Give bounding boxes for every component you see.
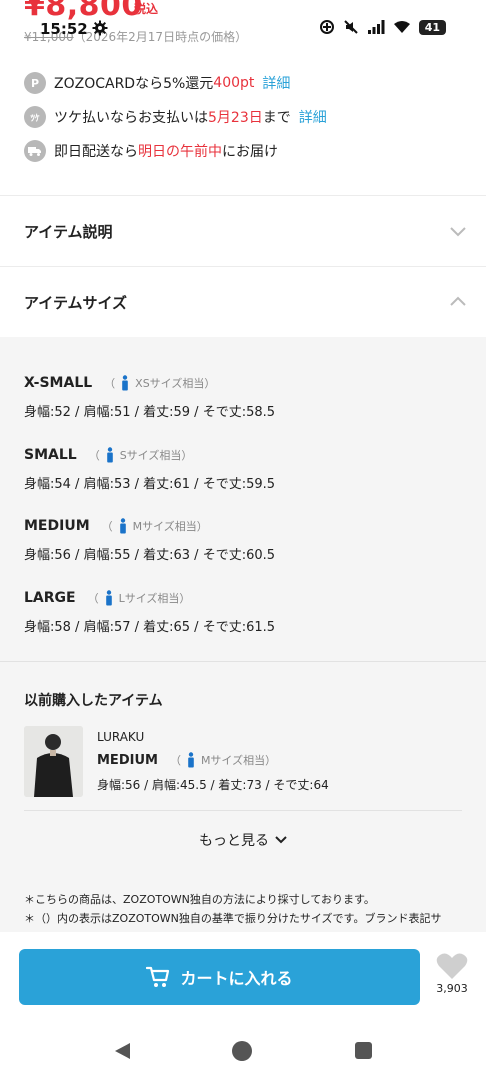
size-name: MEDIUM (24, 518, 90, 534)
benefit-text-after: にお届け (222, 144, 278, 160)
size-notes: ＊こちらの商品は、ZOZOTOWN独自の方法により採寸しております。 ＊（）内の… (24, 890, 464, 928)
size-equivalent: （Mサイズ相当） (101, 518, 208, 534)
favorite-button[interactable]: 3,903 (432, 952, 472, 995)
chevron-up-icon (450, 296, 466, 306)
accordion-title: アイテムサイズ (24, 293, 128, 312)
benefit-delivery: 即日配送なら 明日の午前中 にお届け (24, 134, 464, 168)
mute-icon (343, 20, 358, 34)
benefit-text-after: まで (262, 110, 291, 126)
benefit-highlight: 明日の午前中 (138, 144, 222, 160)
status-icons: 41 (319, 19, 446, 35)
size-row: LARGE （Lサイズ相当） 身幅:58 / 肩幅:57 / 着丈:65 / そ… (24, 590, 464, 635)
previous-purchase-title: 以前購入したアイテム (24, 693, 163, 709)
data-saver-icon (319, 20, 334, 34)
size-name: SMALL (24, 447, 77, 463)
accordion-item-description[interactable]: アイテム説明 (0, 196, 486, 266)
accordion-title: アイテム説明 (24, 222, 113, 241)
previous-measurements: 身幅:56 / 肩幅:45.5 / 着丈:73 / そで丈:64 (97, 778, 329, 792)
show-more-button[interactable]: もっと見る (0, 830, 486, 850)
person-icon (122, 375, 128, 391)
product-thumbnail (24, 726, 83, 797)
person-icon (188, 752, 194, 768)
back-icon[interactable] (112, 1041, 132, 1061)
favorite-count: 3,903 (436, 982, 468, 995)
benefit-tsuke: ﾂｹ ツケ払いならお支払いは 5月23日 まで 詳細 (24, 100, 464, 134)
size-name: MEDIUM (97, 752, 158, 768)
chevron-down-icon (275, 836, 287, 844)
add-to-cart-label: カートに入れる (180, 969, 293, 988)
benefit-text: 即日配送なら (54, 144, 138, 160)
person-icon (106, 447, 113, 463)
heart-icon (436, 953, 468, 979)
accordion-item-size[interactable]: アイテムサイズ (0, 267, 486, 337)
cart-icon (146, 966, 170, 987)
benefits-list: P ZOZOCARDなら5%還元 400pt 詳細 ﾂｹ ツケ払いならお支払いは… (24, 66, 464, 168)
battery-level: 41 (418, 19, 446, 35)
signal-icon (367, 20, 385, 34)
size-name: X-SMALL (24, 375, 93, 391)
points-icon: P (24, 72, 46, 94)
wifi-icon (393, 21, 410, 33)
note-line: ＊こちらの商品は、ZOZOTOWN独自の方法により採寸しております。 (24, 893, 375, 906)
status-bar: 15:52 41 (0, 16, 486, 44)
benefit-detail-link[interactable]: 詳細 (299, 107, 327, 127)
benefit-text: ZOZOCARDなら5%還元 (54, 76, 214, 92)
tsuke-pay-icon: ﾂｹ (24, 106, 46, 128)
previous-purchase-card[interactable]: LURAKU MEDIUM （Mサイズ相当） 身幅:56 / 肩幅:45.5 /… (24, 726, 464, 798)
size-equivalent: （Lサイズ相当） (87, 590, 191, 606)
size-equivalent: （XSサイズ相当） (104, 375, 216, 391)
product-brand: LURAKU (97, 730, 145, 744)
home-icon[interactable] (232, 1041, 252, 1061)
gear-icon (92, 20, 108, 36)
bottom-action-bar: カートに入れる 3,903 (0, 932, 486, 1020)
benefit-zozocard: P ZOZOCARDなら5%還元 400pt 詳細 (24, 66, 464, 100)
size-row: MEDIUM （Mサイズ相当） 身幅:56 / 肩幅:55 / 着丈:63 / … (24, 518, 464, 563)
chevron-down-icon (450, 227, 466, 237)
size-row: SMALL （Sサイズ相当） 身幅:54 / 肩幅:53 / 着丈:61 / そ… (24, 447, 464, 492)
benefit-highlight: 400pt (213, 75, 255, 91)
status-time: 15:52 (40, 20, 88, 38)
size-equivalent: （Mサイズ相当） (169, 752, 277, 768)
system-nav-bar (0, 1020, 486, 1080)
size-name: LARGE (24, 590, 76, 606)
person-icon (105, 590, 112, 606)
truck-icon (24, 140, 46, 162)
show-more-label: もっと見る (199, 833, 269, 849)
divider (24, 810, 462, 811)
size-measurements: 身幅:52 / 肩幅:51 / 着丈:59 / そで丈:58.5 (24, 405, 276, 420)
person-icon (119, 518, 126, 534)
previous-size: MEDIUM （Mサイズ相当） (97, 752, 276, 768)
divider (0, 661, 486, 662)
size-equivalent: （Sサイズ相当） (88, 447, 193, 463)
benefit-detail-link[interactable]: 詳細 (262, 73, 290, 93)
size-measurements: 身幅:54 / 肩幅:53 / 着丈:61 / そで丈:59.5 (24, 477, 276, 492)
size-measurements: 身幅:56 / 肩幅:55 / 着丈:63 / そで丈:60.5 (24, 548, 276, 563)
recent-apps-icon[interactable] (355, 1042, 372, 1059)
size-measurements: 身幅:58 / 肩幅:57 / 着丈:65 / そで丈:61.5 (24, 620, 276, 635)
add-to-cart-button[interactable]: カートに入れる (19, 949, 420, 1005)
benefit-text: ツケ払いならお支払いは (54, 110, 208, 126)
benefit-highlight: 5月23日 (208, 110, 263, 126)
note-line: ＊（）内の表示はZOZOTOWN独自の基準で振り分けたサイズです。ブランド表記サ (24, 912, 442, 925)
size-row: X-SMALL （XSサイズ相当） 身幅:52 / 肩幅:51 / 着丈:59 … (24, 375, 464, 420)
price-tax-label: 税込 (134, 2, 159, 16)
